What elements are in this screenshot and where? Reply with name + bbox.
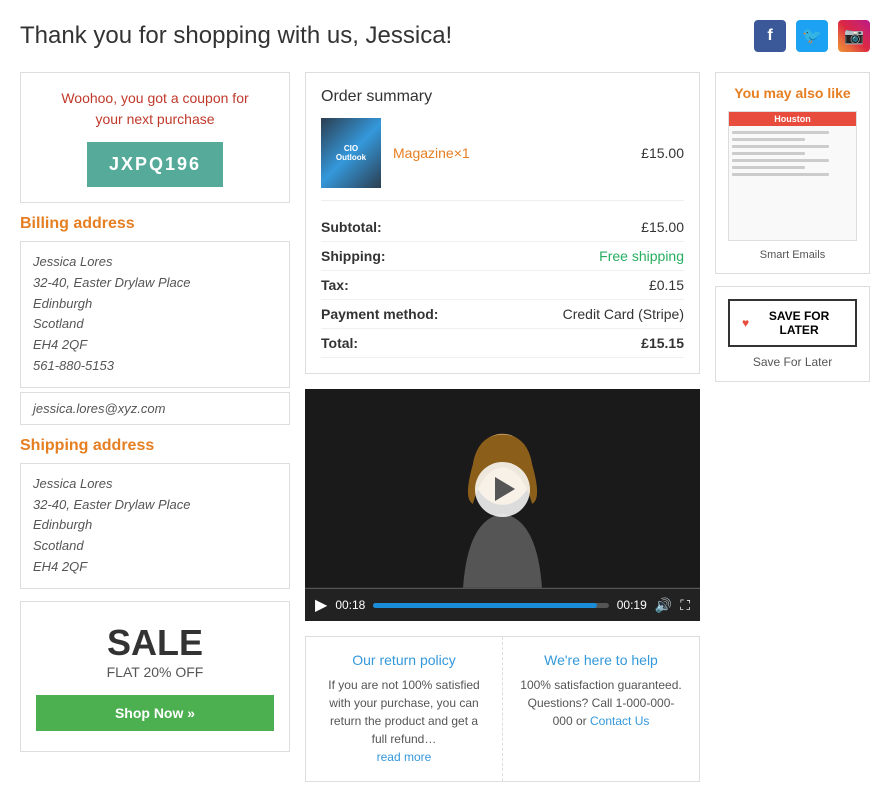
help-cell: We're here to help 100% satisfaction gua…: [503, 637, 699, 781]
page-header: Thank you for shopping with us, Jessica!…: [20, 20, 870, 52]
subtotal-value: £15.00: [641, 219, 684, 235]
shipping-address1: 32-40, Easter Drylaw Place: [33, 495, 277, 516]
fullscreen-icon[interactable]: ⛶: [680, 597, 690, 614]
save-for-later-button[interactable]: ♥ SAVE FOR LATER: [728, 299, 857, 347]
content-line-5: [732, 159, 829, 162]
shipping-label: Shipping:: [321, 248, 386, 264]
product-info: Magazine×1: [393, 145, 641, 161]
video-progress-fill: [373, 603, 597, 608]
play-button[interactable]: [475, 462, 530, 517]
product-image: CIOOutlook: [321, 118, 381, 188]
product-price: £15.00: [641, 145, 684, 161]
billing-address-box: Jessica Lores 32-40, Easter Drylaw Place…: [20, 241, 290, 388]
shipping-address-section: Shipping address Jessica Lores 32-40, Ea…: [20, 437, 290, 589]
help-title: We're here to help: [518, 652, 684, 668]
video-container: ▶ 00:18 00:19 🔊 ⛶: [305, 389, 700, 621]
heart-icon: ♥: [742, 316, 749, 330]
payment-value: Credit Card (Stripe): [563, 306, 684, 322]
billing-name: Jessica Lores: [33, 252, 277, 273]
info-row: Our return policy If you are not 100% sa…: [305, 636, 700, 782]
return-policy-text: If you are not 100% satisfied with your …: [321, 676, 487, 766]
play-control-button[interactable]: ▶: [315, 595, 327, 615]
center-column: Order summary CIOOutlook Magazine×1 £15.…: [305, 72, 700, 782]
also-like-content: [729, 126, 856, 240]
tax-row: Tax: £0.15: [321, 271, 684, 300]
billing-email: jessica.lores@xyz.com: [20, 392, 290, 425]
content-line-6: [732, 166, 805, 169]
return-policy-cell: Our return policy If you are not 100% sa…: [306, 637, 503, 781]
shipping-name: Jessica Lores: [33, 474, 277, 495]
billing-city: Edinburgh: [33, 294, 277, 315]
billing-region: Scotland: [33, 314, 277, 335]
page-title: Thank you for shopping with us, Jessica!: [20, 22, 452, 50]
instagram-icon[interactable]: 📷: [838, 20, 870, 52]
tax-value: £0.15: [649, 277, 684, 293]
social-icons-group: f 🐦 📷: [754, 20, 870, 52]
also-like-product-header: Houston: [729, 112, 856, 126]
also-like-product-label: Smart Emails: [728, 249, 857, 261]
also-like-section: You may also like Houston Smart Emails: [715, 72, 870, 274]
shipping-value: Free shipping: [599, 248, 684, 264]
billing-phone: 561-880-5153: [33, 356, 277, 377]
help-text: 100% satisfaction guaranteed. Questions?…: [518, 676, 684, 730]
order-summary: Order summary CIOOutlook Magazine×1 £15.…: [305, 72, 700, 374]
shipping-city: Edinburgh: [33, 515, 277, 536]
content-line-4: [732, 152, 805, 155]
facebook-icon[interactable]: f: [754, 20, 786, 52]
sale-subtitle: FLAT 20% OFF: [36, 664, 274, 680]
also-like-title: You may also like: [728, 85, 857, 101]
total-row: Total: £15.15: [321, 329, 684, 358]
product-row: CIOOutlook Magazine×1 £15.00: [321, 118, 684, 201]
content-line-3: [732, 145, 829, 148]
shipping-title: Shipping address: [20, 437, 290, 455]
subtotal-row: Subtotal: £15.00: [321, 213, 684, 242]
content-line-2: [732, 138, 805, 141]
content-line-1: [732, 131, 829, 134]
subtotal-label: Subtotal:: [321, 219, 382, 235]
payment-label: Payment method:: [321, 306, 438, 322]
video-controls: ▶ 00:18 00:19 🔊 ⛶: [305, 589, 700, 621]
return-policy-title: Our return policy: [321, 652, 487, 668]
shop-now-button[interactable]: Shop Now »: [36, 695, 274, 731]
volume-icon[interactable]: 🔊: [655, 597, 672, 614]
contact-us-link[interactable]: Contact Us: [590, 714, 649, 728]
sale-box: SALE FLAT 20% OFF Shop Now »: [20, 601, 290, 752]
product-name[interactable]: Magazine×1: [393, 145, 470, 161]
coupon-text: Woohoo, you got a coupon for your next p…: [36, 88, 274, 130]
billing-postcode: EH4 2QF: [33, 335, 277, 356]
coupon-code[interactable]: JXPQ196: [87, 142, 223, 187]
sale-title: SALE: [36, 622, 274, 664]
order-summary-title: Order summary: [321, 88, 684, 106]
right-column: You may also like Houston Smart Emails: [715, 72, 870, 782]
billing-address-section: Billing address Jessica Lores 32-40, Eas…: [20, 215, 290, 425]
magazine-cover: CIOOutlook: [321, 118, 381, 188]
payment-row: Payment method: Credit Card (Stripe): [321, 300, 684, 329]
coupon-box: Woohoo, you got a coupon for your next p…: [20, 72, 290, 203]
save-for-later-label: Save For Later: [728, 355, 857, 369]
total-label: Total:: [321, 335, 358, 351]
total-value: £15.15: [641, 335, 684, 351]
video-progress-bar[interactable]: [373, 603, 608, 608]
billing-title: Billing address: [20, 215, 290, 233]
tax-label: Tax:: [321, 277, 349, 293]
shipping-address-box: Jessica Lores 32-40, Easter Drylaw Place…: [20, 463, 290, 589]
also-like-product-image[interactable]: Houston: [728, 111, 857, 241]
content-line-7: [732, 173, 829, 176]
play-triangle-icon: [495, 477, 515, 501]
read-more-link[interactable]: read more: [377, 750, 432, 764]
left-column: Woohoo, you got a coupon for your next p…: [20, 72, 290, 782]
billing-address1: 32-40, Easter Drylaw Place: [33, 273, 277, 294]
video-preview[interactable]: [305, 389, 700, 589]
shipping-postcode: EH4 2QF: [33, 557, 277, 578]
main-content: Woohoo, you got a coupon for your next p…: [20, 72, 870, 782]
shipping-row: Shipping: Free shipping: [321, 242, 684, 271]
video-total-time: 00:19: [617, 598, 647, 612]
twitter-icon[interactable]: 🐦: [796, 20, 828, 52]
save-for-later-section: ♥ SAVE FOR LATER Save For Later: [715, 286, 870, 382]
video-current-time: 00:18: [335, 598, 365, 612]
shipping-region: Scotland: [33, 536, 277, 557]
